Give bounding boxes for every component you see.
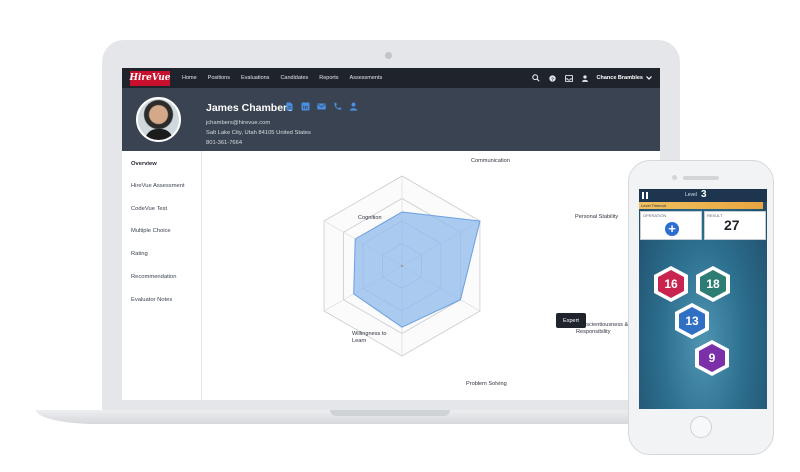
candidate-header: James Chambers in jchambers@hirevue.com …: [122, 88, 660, 151]
result-value: 27: [724, 217, 740, 233]
radar-label-personal-stability: Personal Stability: [575, 214, 619, 220]
sidebar-item-codevue-test[interactable]: CodeVue Test: [131, 206, 167, 212]
radar-tooltip: Expert: [556, 313, 586, 328]
nav-positions[interactable]: Positions: [208, 75, 230, 81]
phone-camera: [672, 175, 677, 180]
user-icon: [581, 74, 588, 82]
candidate-action-icons: in: [285, 102, 358, 111]
inbox-icon[interactable]: [564, 74, 573, 82]
laptop-notch: [330, 410, 450, 416]
linkedin-icon[interactable]: in: [301, 102, 310, 111]
sidebar-item-recommendation[interactable]: Recommendation: [131, 274, 176, 280]
sidebar-item-overview[interactable]: Overview: [131, 161, 157, 167]
nav-evaluations[interactable]: Evaluations: [241, 75, 269, 81]
tile-9-value: 9: [708, 351, 716, 365]
mail-icon[interactable]: [317, 102, 326, 111]
phone-icon[interactable]: [333, 102, 342, 111]
operation-panel: OPERATION +: [640, 211, 702, 240]
candidate-email[interactable]: jchambers@hirevue.com: [206, 120, 270, 126]
chevron-down-icon: [646, 76, 652, 80]
result-label: RESULT: [707, 213, 723, 218]
laptop-screen: HireVue Home Positions Evaluations Candi…: [122, 68, 660, 400]
nav-candidates[interactable]: Candidates: [280, 75, 308, 81]
pause-icon[interactable]: [642, 192, 648, 199]
document-icon[interactable]: [285, 102, 294, 111]
radar-label-willingness-to-learn: Willingness to Learn: [352, 331, 387, 344]
nav-right: ? Chance Brambles: [531, 74, 652, 82]
user-menu[interactable]: Chance Brambles: [597, 75, 652, 81]
nav-home[interactable]: Home: [182, 75, 197, 81]
top-navbar: HireVue Home Positions Evaluations Candi…: [122, 68, 660, 88]
hirevue-logo[interactable]: HireVue: [129, 70, 171, 86]
nav-reports[interactable]: Reports: [319, 75, 338, 81]
operation-label: OPERATION: [643, 213, 667, 218]
sidebar-item-hirevue-assessment[interactable]: HireVue Assessment: [131, 183, 185, 189]
tile-13-value: 13: [685, 314, 699, 328]
candidate-name: James Chambers: [206, 102, 293, 114]
result-panel: RESULT 27: [704, 211, 766, 240]
radar-center-dot: [400, 264, 404, 268]
help-icon[interactable]: ?: [548, 74, 556, 82]
number-tile-16[interactable]: 16: [654, 266, 688, 302]
radar-svg: [323, 175, 481, 357]
sidebar-item-rating[interactable]: Rating: [131, 251, 148, 257]
plus-operation-icon[interactable]: +: [665, 222, 679, 236]
phone-speaker: [683, 176, 719, 180]
number-tile-18[interactable]: 18: [696, 266, 730, 302]
competency-radar-chart: Communication Personal Stability Conscie…: [202, 151, 660, 400]
svg-text:?: ?: [551, 76, 554, 82]
tile-16-value: 16: [664, 277, 678, 291]
candidate-location: Salt Lake City, Utah 84105 United States: [206, 130, 311, 136]
search-icon[interactable]: [531, 74, 540, 82]
sidebar-item-evaluator-notes[interactable]: Evaluator Notes: [131, 297, 172, 303]
number-tile-13[interactable]: 13: [675, 303, 709, 339]
candidate-avatar: [136, 97, 181, 142]
level-label: Level: [685, 192, 697, 198]
main-nav: Home Positions Evaluations Candidates Re…: [182, 75, 382, 81]
candidate-phone: 801-361-7664: [206, 140, 243, 146]
person-icon[interactable]: [349, 102, 358, 111]
radar-label-problem-solving: Problem Solving: [466, 381, 507, 387]
radar-label-communication: Communication: [471, 158, 510, 164]
level-timer-bar: Level Timeout: [639, 202, 767, 209]
nav-assessments[interactable]: Assessments: [350, 75, 383, 81]
tile-18-value: 18: [706, 277, 720, 291]
number-tile-9[interactable]: 9: [695, 340, 729, 376]
timer-label: Level Timeout: [641, 203, 666, 208]
svg-text:in: in: [303, 105, 309, 111]
radar-label-cognition: Cognition: [358, 215, 382, 221]
game-screen: Level 3 Level Timeout OPERATION + RESULT…: [639, 189, 767, 409]
sidebar-item-multiple-choice[interactable]: Multiple Choice: [131, 228, 171, 234]
game-top-bar: Level 3: [639, 189, 767, 202]
laptop-camera: [385, 52, 392, 59]
level-value: 3: [701, 189, 707, 200]
candidate-sidebar: Overview HireVue Assessment CodeVue Test…: [122, 151, 202, 400]
user-name: Chance Brambles: [596, 75, 643, 81]
phone-home-button[interactable]: [690, 416, 712, 438]
